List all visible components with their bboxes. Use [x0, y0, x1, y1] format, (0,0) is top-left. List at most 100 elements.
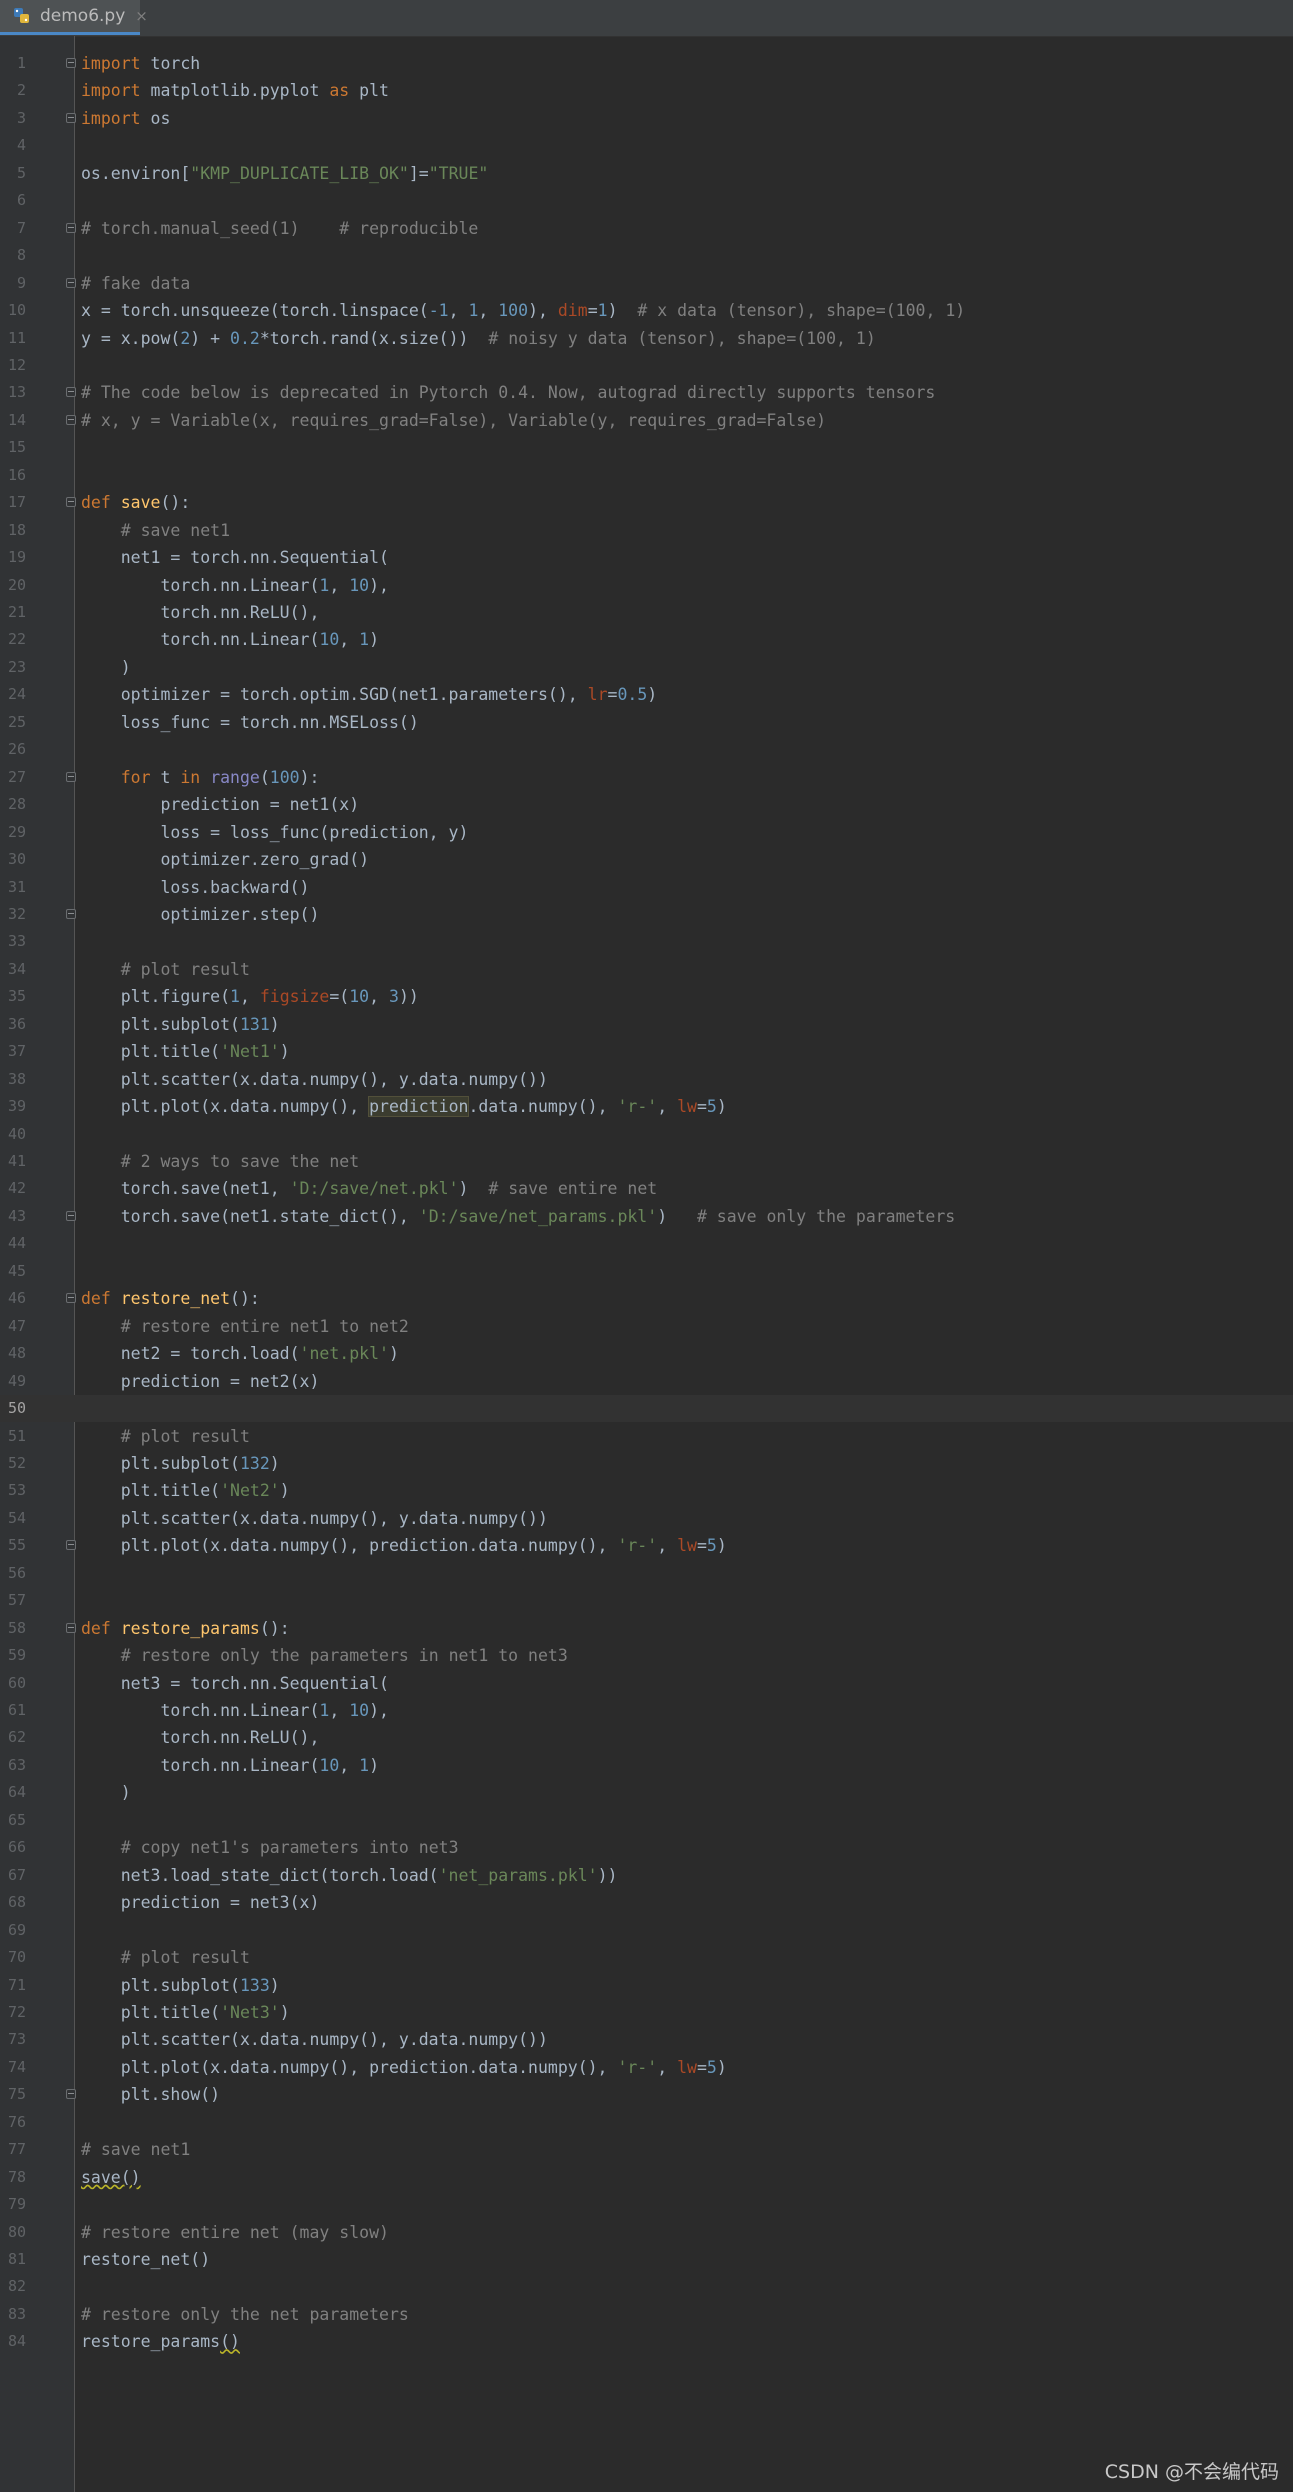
fold-marker-icon[interactable] [66, 1540, 76, 1551]
code-line[interactable]: 20 torch.nn.Linear(1, 10), [0, 572, 1293, 599]
code-line[interactable]: 66 # copy net1's parameters into net3 [0, 1834, 1293, 1861]
code-line[interactable]: 44 [0, 1230, 1293, 1257]
code-line[interactable]: 12 [0, 352, 1293, 379]
code-line[interactable]: 17 def save(): [0, 489, 1293, 516]
code-line[interactable]: 71 plt.subplot(133) [0, 1972, 1293, 1999]
code-line[interactable]: 25 loss_func = torch.nn.MSELoss() [0, 709, 1293, 736]
code-line[interactable]: 19 net1 = torch.nn.Sequential( [0, 544, 1293, 571]
code-line[interactable]: 65 [0, 1807, 1293, 1834]
code-line[interactable]: 84 restore_params() [0, 2328, 1293, 2355]
code-line[interactable]: 10 x = torch.unsqueeze(torch.linspace(-1,… [0, 297, 1293, 324]
code-line[interactable]: 28 prediction = net1(x) [0, 791, 1293, 818]
code-line[interactable]: 77 # save net1 [0, 2136, 1293, 2163]
code-line[interactable]: 15 [0, 434, 1293, 461]
code-line[interactable]: 30 optimizer.zero_grad() [0, 846, 1293, 873]
code-line[interactable]: 73 plt.scatter(x.data.numpy(), y.data.nu… [0, 2026, 1293, 2053]
code-line[interactable]: 21 torch.nn.ReLU(), [0, 599, 1293, 626]
code-line[interactable]: 46 def restore_net(): [0, 1285, 1293, 1312]
code-line[interactable]: 37 plt.title('Net1') [0, 1038, 1293, 1065]
fold-marker-icon[interactable] [66, 497, 76, 508]
code-line[interactable]: 1 import torch [0, 50, 1293, 77]
code-line[interactable]: 55 plt.plot(x.data.numpy(), prediction.d… [0, 1532, 1293, 1559]
code-line[interactable]: 11 y = x.pow(2) + 0.2*torch.rand(x.size()… [0, 325, 1293, 352]
code-line[interactable]: 42 torch.save(net1, 'D:/save/net.pkl') #… [0, 1175, 1293, 1202]
code-line[interactable]: 56 [0, 1560, 1293, 1587]
fold-marker-icon[interactable] [66, 277, 76, 288]
code-line[interactable]: 63 torch.nn.Linear(10, 1) [0, 1752, 1293, 1779]
code-line[interactable]: 78 save() [0, 2164, 1293, 2191]
code-line[interactable]: 6 [0, 187, 1293, 214]
code-line[interactable]: 5 os.environ["KMP_DUPLICATE_LIB_OK"]="TRU… [0, 160, 1293, 187]
fold-marker-icon[interactable] [66, 1210, 76, 1221]
code-line[interactable]: 49 prediction = net2(x) [0, 1368, 1293, 1395]
code-line[interactable]: 75 plt.show() [0, 2081, 1293, 2108]
code-line[interactable]: 67 net3.load_state_dict(torch.load('net_… [0, 1862, 1293, 1889]
code-line[interactable]: 4 [0, 132, 1293, 159]
fold-marker-icon[interactable] [66, 771, 76, 782]
code-line[interactable]: 40 [0, 1121, 1293, 1148]
code-line[interactable]: 59 # restore only the parameters in net1… [0, 1642, 1293, 1669]
code-line[interactable]: 68 prediction = net3(x) [0, 1889, 1293, 1916]
code-line[interactable]: 43 torch.save(net1.state_dict(), 'D:/sav… [0, 1203, 1293, 1230]
code-line[interactable]: 2 import matplotlib.pyplot as plt [0, 77, 1293, 104]
code-line[interactable]: 54 plt.scatter(x.data.numpy(), y.data.nu… [0, 1505, 1293, 1532]
code-line[interactable]: 72 plt.title('Net3') [0, 1999, 1293, 2026]
fold-marker-icon[interactable] [66, 58, 76, 68]
code-line[interactable]: 57 [0, 1587, 1293, 1614]
code-line[interactable]: 69 [0, 1917, 1293, 1944]
code-line[interactable]: 35 plt.figure(1, figsize=(10, 3)) [0, 983, 1293, 1010]
code-line[interactable]: 79 [0, 2191, 1293, 2218]
code-line[interactable]: 58 def restore_params(): [0, 1615, 1293, 1642]
code-line[interactable]: 9 # fake data [0, 270, 1293, 297]
code-line[interactable]: 53 plt.title('Net2') [0, 1477, 1293, 1504]
code-line[interactable]: 24 optimizer = torch.optim.SGD(net1.para… [0, 681, 1293, 708]
fold-marker-icon[interactable] [66, 2089, 76, 2100]
code-line[interactable]: 22 torch.nn.Linear(10, 1) [0, 626, 1293, 653]
code-line[interactable]: 51 # plot result [0, 1423, 1293, 1450]
code-line[interactable]: 38 plt.scatter(x.data.numpy(), y.data.nu… [0, 1066, 1293, 1093]
code-line[interactable]: 60 net3 = torch.nn.Sequential( [0, 1670, 1293, 1697]
code-line[interactable]: 18 # save net1 [0, 517, 1293, 544]
code-line[interactable]: 13 # The code below is deprecated in Pyto… [0, 379, 1293, 406]
code-line[interactable]: 82 [0, 2273, 1293, 2300]
fold-marker-icon[interactable] [66, 387, 76, 398]
code-line[interactable]: 74 plt.plot(x.data.numpy(), prediction.d… [0, 2054, 1293, 2081]
code-line[interactable]: 3 import os [0, 105, 1293, 132]
code-line[interactable]: 26 [0, 736, 1293, 763]
code-line[interactable]: 45 [0, 1258, 1293, 1285]
code-line[interactable]: 52 plt.subplot(132) [0, 1450, 1293, 1477]
code-editor[interactable]: 1 import torch 2 import matplotlib.pyplot a… [0, 36, 1293, 2492]
code-line[interactable]: 7 # torch.manual_seed(1) # reproducible [0, 215, 1293, 242]
fold-marker-icon[interactable] [66, 222, 76, 233]
code-line[interactable]: 33 [0, 928, 1293, 955]
code-line[interactable]: 32 optimizer.step() [0, 901, 1293, 928]
code-line[interactable]: 36 plt.subplot(131) [0, 1011, 1293, 1038]
close-icon[interactable]: × [135, 7, 148, 25]
code-line[interactable]: 31 loss.backward() [0, 874, 1293, 901]
code-line[interactable]: 81 restore_net() [0, 2246, 1293, 2273]
code-line[interactable]: 61 torch.nn.Linear(1, 10), [0, 1697, 1293, 1724]
fold-marker-icon[interactable] [66, 112, 76, 123]
code-line[interactable]: 34 # plot result [0, 956, 1293, 983]
code-line[interactable]: 39 plt.plot(x.data.numpy(), prediction.d… [0, 1093, 1293, 1120]
fold-marker-icon[interactable] [66, 1293, 76, 1304]
code-line[interactable]: 76 [0, 2109, 1293, 2136]
code-line[interactable]: 16 [0, 462, 1293, 489]
code-line[interactable]: 29 loss = loss_func(prediction, y) [0, 819, 1293, 846]
code-line[interactable]: 70 # plot result [0, 1944, 1293, 1971]
code-line[interactable]: 83 # restore only the net parameters [0, 2301, 1293, 2328]
code-line[interactable]: 48 net2 = torch.load('net.pkl') [0, 1340, 1293, 1367]
code-line[interactable]: 62 torch.nn.ReLU(), [0, 1724, 1293, 1751]
code-line[interactable]: 23 ) [0, 654, 1293, 681]
code-line[interactable]: 14 # x, y = Variable(x, requires_grad=Fal… [0, 407, 1293, 434]
code-line[interactable]: 50 [0, 1395, 1293, 1423]
fold-marker-icon[interactable] [66, 908, 76, 919]
code-line[interactable]: 80 # restore entire net (may slow) [0, 2219, 1293, 2246]
fold-marker-icon[interactable] [66, 1622, 76, 1633]
code-line[interactable]: 41 # 2 ways to save the net [0, 1148, 1293, 1175]
fold-marker-icon[interactable] [66, 414, 76, 425]
code-line[interactable]: 8 [0, 242, 1293, 269]
tab-demo6-py[interactable]: demo6.py × [0, 0, 148, 35]
code-line[interactable]: 64 ) [0, 1779, 1293, 1806]
code-line[interactable]: 27 for t in range(100): [0, 764, 1293, 791]
